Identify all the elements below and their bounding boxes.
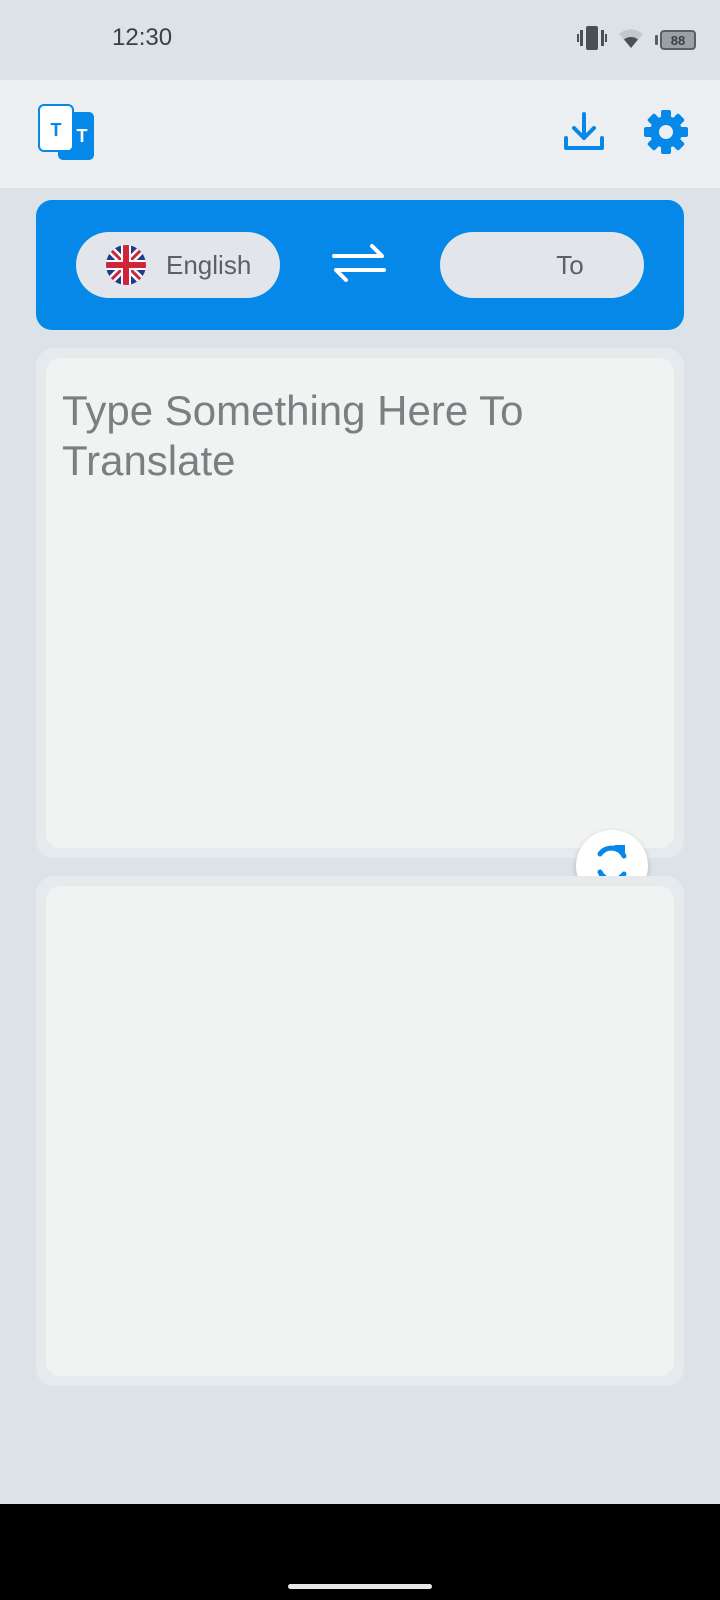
download-button[interactable]: [558, 108, 610, 160]
app-bar-actions: [558, 108, 692, 160]
swap-languages-button[interactable]: [326, 236, 392, 294]
gear-icon: [642, 108, 690, 161]
from-language-button[interactable]: English: [76, 232, 280, 298]
status-icons: 88: [577, 24, 696, 56]
app-bar: T T: [0, 80, 720, 188]
language-panel: English To: [36, 200, 684, 330]
home-indicator[interactable]: [288, 1584, 432, 1589]
input-card: Type Something Here To Translate: [36, 348, 684, 858]
navigation-bar: [0, 1504, 720, 1600]
battery-icon: 88: [655, 30, 696, 50]
download-icon: [562, 110, 606, 159]
swap-arrows-icon: [330, 241, 388, 290]
settings-button[interactable]: [640, 108, 692, 160]
translate-logo-icon: T T: [38, 104, 98, 164]
output-card: [36, 876, 684, 1386]
from-language-label: English: [166, 249, 252, 280]
wifi-icon: [617, 26, 645, 55]
svg-text:T: T: [51, 120, 62, 140]
vibrate-icon: [577, 25, 607, 56]
to-language-label: To: [556, 249, 584, 280]
battery-level: 88: [660, 30, 696, 50]
uk-flag-icon: [106, 245, 146, 285]
input-placeholder: Type Something Here To Translate: [62, 387, 524, 484]
input-field[interactable]: Type Something Here To Translate: [46, 358, 674, 848]
to-language-button[interactable]: To: [440, 232, 644, 298]
svg-text:T: T: [77, 126, 88, 146]
status-bar: 12:30 88: [0, 0, 720, 80]
status-time: 12:30: [112, 24, 173, 51]
output-area: [46, 886, 674, 1376]
